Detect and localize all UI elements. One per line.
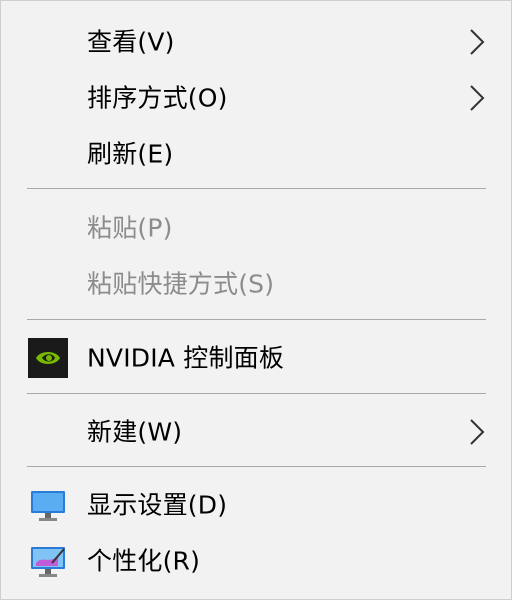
menu-item-label: 刷新(E) bbox=[87, 139, 174, 169]
chevron-right-icon bbox=[470, 29, 485, 55]
menu-item-paste-shortcut[interactable]: 粘贴快捷方式(S) bbox=[1, 257, 511, 311]
menu-item-new[interactable]: 新建(W) bbox=[1, 405, 511, 459]
menu-item-view[interactable]: 查看(V) bbox=[1, 15, 511, 69]
desktop-context-menu: 查看(V) 排序方式(O) 刷新(E) 粘贴(P) 粘贴快捷方式(S) NVID… bbox=[0, 0, 512, 600]
menu-item-label: 个性化(R) bbox=[87, 546, 201, 576]
menu-item-refresh[interactable]: 刷新(E) bbox=[1, 127, 511, 181]
chevron-right-icon bbox=[470, 419, 485, 445]
display-settings-icon bbox=[31, 491, 65, 521]
menu-item-paste[interactable]: 粘贴(P) bbox=[1, 201, 511, 255]
menu-item-label: NVIDIA 控制面板 bbox=[87, 343, 285, 373]
menu-item-label: 粘贴快捷方式(S) bbox=[87, 269, 275, 299]
menu-separator bbox=[27, 319, 486, 320]
menu-item-nvidia-control-panel[interactable]: NVIDIA 控制面板 bbox=[1, 331, 511, 385]
menu-item-label: 显示设置(D) bbox=[87, 490, 228, 520]
nvidia-icon bbox=[28, 338, 68, 378]
personalize-icon bbox=[31, 547, 65, 577]
menu-item-label: 新建(W) bbox=[87, 417, 183, 447]
menu-separator bbox=[27, 466, 486, 467]
menu-item-label: 排序方式(O) bbox=[87, 83, 228, 113]
menu-separator bbox=[27, 393, 486, 394]
menu-item-sort-by[interactable]: 排序方式(O) bbox=[1, 71, 511, 125]
menu-separator bbox=[27, 188, 486, 189]
menu-item-label: 查看(V) bbox=[87, 27, 175, 57]
chevron-right-icon bbox=[470, 85, 485, 111]
menu-item-display-settings[interactable]: 显示设置(D) bbox=[1, 478, 511, 532]
menu-item-personalize[interactable]: 个性化(R) bbox=[1, 534, 511, 588]
menu-item-label: 粘贴(P) bbox=[87, 213, 173, 243]
